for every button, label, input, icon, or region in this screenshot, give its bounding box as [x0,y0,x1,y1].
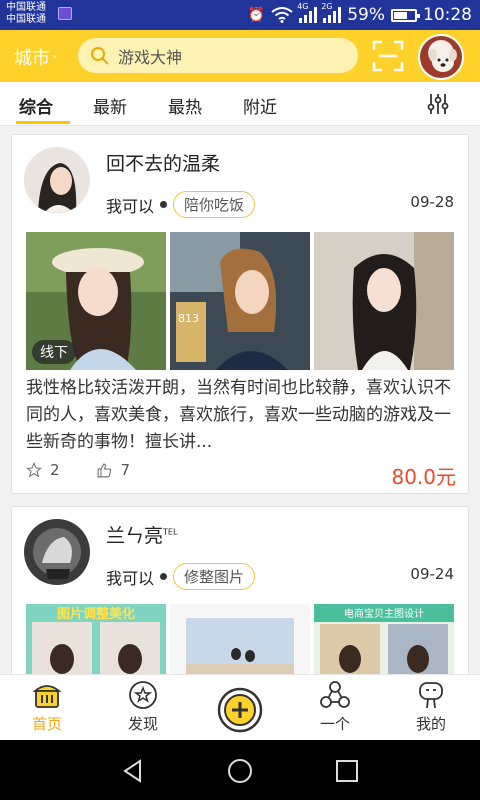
feed-list[interactable]: 回不去的温柔 我可以 陪你吃饭 09-28 线下 813 我性格比较活泼开朗，当… [0,126,480,674]
carrier-2: 中国联通 [6,14,46,25]
photo-caption: 图片调整美化 [57,606,135,622]
feed-card[interactable]: 回不去的温柔 我可以 陪你吃饭 09-28 线下 813 我性格比较活泼开朗，当… [11,134,469,494]
search-placeholder: 游戏大神 [118,47,183,67]
card-username-text: 兰ㄣ亮 [106,525,164,547]
scan-icon[interactable] [372,40,404,72]
skill-badge[interactable]: 修整图片 [173,563,256,590]
city-selector[interactable]: 城市 ˅ [14,44,58,70]
thumbs-up-icon[interactable] [96,462,113,479]
signal-2-tag: 2G [321,2,333,11]
card-skill-row: 我可以 修整图片 [106,563,256,590]
photo-number: 813 [178,312,199,325]
feed-tabs: 综合 最新 最热 附近 [0,82,480,126]
service-price: 80.0元 [391,465,456,489]
profile-icon [419,682,443,709]
card-role: 我可以 [106,196,155,216]
thumbs-count: 7 [120,461,131,479]
tab-nearby[interactable]: 附近 [243,93,277,118]
nav-one-label: 一个 [319,715,350,733]
photo-gallery: 线下 813 [26,232,454,370]
carrier-1: 中国联通 [6,2,46,13]
gallery-photo-1[interactable]: 线下 [26,232,166,370]
battery-percent: 59% [347,5,385,25]
signal-icon-2: 2G [321,2,342,23]
nav-discover-label: 发现 [127,715,158,733]
bottom-navigation: 首页 发现 一个 我的 [0,674,480,740]
city-label: 城市 [14,48,50,69]
alarm-icon: ⏰ [247,7,266,23]
card-username: 兰ㄣ亮TEL [106,521,177,548]
plus-icon[interactable] [217,687,263,733]
battery-icon [391,8,420,22]
recents-icon[interactable] [334,758,360,784]
carrier-labels: 中国联通 中国联通 [6,2,46,26]
tab-comprehensive[interactable]: 综合 [19,93,53,118]
gallery-photo-3[interactable]: 电商宝贝主图设计 [314,604,454,674]
nav-mine[interactable]: 我的 [401,679,461,734]
notification-icon [58,7,72,20]
profile-photo [24,519,90,585]
photo-caption: 电商宝贝主图设计 [344,607,424,620]
bullet-icon [160,201,168,208]
system-nav-bar [0,740,480,800]
star-icon[interactable] [26,462,42,478]
share-nodes-icon [320,681,350,708]
gallery-photo-2[interactable]: 813 [170,232,310,370]
wifi-icon [271,7,293,23]
nav-one[interactable]: 一个 [305,679,365,734]
user-avatar[interactable] [418,34,464,80]
card-description: 我性格比较活泼开朗，当然有时间也比较静，喜欢认识不同的人，喜欢美食，喜欢旅行，喜… [26,378,451,452]
skill-badge[interactable]: 陪你吃饭 [173,191,256,218]
card-avatar[interactable] [24,519,90,585]
clock: 10:28 [423,5,472,25]
nav-discover[interactable]: 发现 [113,679,173,734]
card-date: 09-28 [410,193,454,211]
photo-gallery: 图片调整美化 电商宝贝主图设计 [26,604,454,674]
nav-mine-label: 我的 [415,715,446,733]
dog-avatar-image [429,49,457,72]
gallery-photo-2[interactable] [170,604,310,674]
photo-image [170,604,310,674]
discover-icon [129,681,157,709]
card-stats: 2 7 [26,461,130,479]
nav-home-label: 首页 [31,715,62,733]
active-tab-indicator [16,121,70,124]
status-bar: 中国联通 中国联通 ⏰ 4G 2G 59% 10:28 [0,0,480,30]
card-date: 09-24 [410,565,454,583]
status-indicators: ⏰ 4G 2G 59% 10:28 [247,2,472,26]
card-username: 回不去的温柔 [106,153,221,175]
search-bar[interactable]: 游戏大神 [78,38,358,73]
search-icon [91,46,109,65]
photo-image: 电商宝贝主图设计 [314,604,454,674]
tab-hottest[interactable]: 最热 [168,93,202,118]
signal-1-tag: 4G [297,2,309,11]
card-avatar[interactable] [24,147,90,213]
photo-image [314,232,454,370]
tab-latest[interactable]: 最新 [93,93,127,118]
photo-image: 813 [170,232,310,370]
back-icon[interactable] [120,758,146,784]
tel-badge: TEL [163,527,178,537]
gallery-photo-3[interactable] [314,232,454,370]
nav-home[interactable]: 首页 [17,679,77,734]
card-role: 我可以 [106,568,155,588]
home-circle-icon[interactable] [227,758,253,784]
star-count: 2 [50,461,60,479]
filter-icon[interactable] [426,92,450,116]
card-skill-row: 我可以 陪你吃饭 [106,191,256,218]
profile-photo [24,147,90,213]
feed-card[interactable]: 兰ㄣ亮TEL 我可以 修整图片 09-24 图片调整美化 电商宝贝主图设计 [11,506,469,674]
photo-image: 图片调整美化 [26,604,166,674]
signal-icon-1: 4G [297,2,318,23]
app-header: 城市 ˅ 游戏大神 [0,30,480,82]
offline-badge: 线下 [32,340,76,364]
chevron-down-icon: ˅ [52,54,58,67]
home-icon [32,685,62,708]
gallery-photo-1[interactable]: 图片调整美化 [26,604,166,674]
bullet-icon [160,573,168,580]
